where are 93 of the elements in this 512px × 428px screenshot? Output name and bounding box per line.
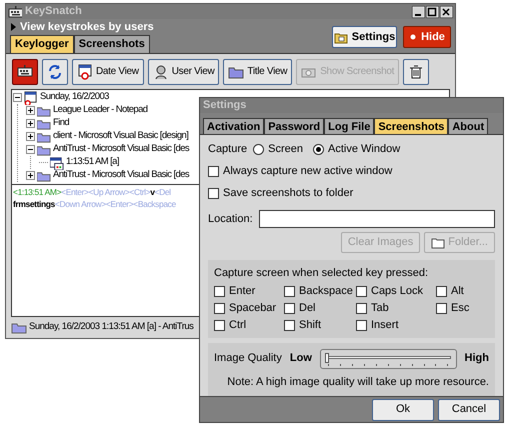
radio-button[interactable] — [313, 144, 324, 154]
tree-item[interactable]: Sunday, 16/2/2003 — [40, 90, 109, 105]
key-sequence: <Down Arrow><Enter><Backspace — [54, 199, 176, 209]
checkbox-label: Caps Lock — [371, 284, 423, 300]
hide-button[interactable]: Hide — [403, 26, 451, 48]
cancel-button[interactable]: Cancel — [438, 398, 500, 420]
field-label: Image Quality — [214, 351, 282, 366]
note-text: Note: A high image quality will take up more resource. — [226, 374, 489, 390]
maximize-button[interactable] — [426, 6, 439, 18]
slider-max-label: High — [464, 351, 489, 366]
checkbox[interactable] — [208, 188, 219, 198]
checkbox-label: Ctrl — [229, 318, 246, 334]
close-button[interactable] — [440, 6, 453, 18]
toolbar-button[interactable]: Date View — [72, 58, 144, 84]
checkbox[interactable] — [284, 303, 295, 314]
tree-item[interactable]: 1:13:51 AM [a] — [66, 155, 119, 170]
refresh-button[interactable] — [42, 58, 68, 84]
collapse-icon[interactable] — [26, 145, 35, 154]
trash-button[interactable] — [403, 58, 430, 84]
checkbox[interactable] — [214, 303, 225, 314]
field-label: Location: — [208, 212, 253, 227]
typed-text: v — [150, 187, 155, 197]
checkbox-label: Always capture new active window — [223, 164, 392, 179]
tab[interactable]: Password — [264, 118, 324, 134]
field-label: Capture — [208, 142, 248, 157]
window-title: KeySnatch — [25, 4, 83, 20]
status-text: Sunday, 16/2/2003 1:13:51 AM [a] - AntiTrus — [29, 320, 194, 334]
tab[interactable]: Log File — [324, 118, 374, 134]
window-icon — [50, 156, 64, 170]
tree-item[interactable]: League Leader - Notepad — [53, 103, 148, 118]
radio-label: Active Window — [328, 142, 400, 157]
tab[interactable]: Screenshots — [374, 118, 448, 134]
checkbox-label: Save screenshots to folder — [223, 186, 354, 201]
checkbox[interactable] — [214, 286, 225, 297]
checkbox[interactable] — [214, 320, 225, 331]
checkbox[interactable] — [356, 320, 367, 331]
quality-slider[interactable] — [320, 348, 457, 368]
expand-icon[interactable] — [26, 132, 35, 141]
trash-icon — [408, 64, 424, 80]
slider-min-label: Low — [290, 351, 312, 366]
tree-item[interactable]: AntiTrust - Microsoft Visual Basic [des — [53, 168, 190, 183]
log-timestamp: <1:13:51 AM> — [13, 187, 62, 197]
expand-icon[interactable] — [26, 119, 35, 128]
calendar-icon — [77, 64, 93, 80]
ok-button[interactable]: Ok — [372, 398, 434, 420]
folder-icon — [431, 236, 446, 249]
location-field[interactable] — [258, 210, 495, 228]
tree-item[interactable]: client - Microsoft Visual Basic [design] — [53, 129, 188, 144]
tab[interactable]: Screenshots — [74, 35, 150, 53]
group-heading: Capture screen when selected key pressed: — [214, 266, 430, 281]
checkbox[interactable] — [284, 286, 295, 297]
checkbox-label: Tab — [371, 301, 389, 316]
folder-icon — [334, 30, 348, 44]
checkbox-label: Esc — [451, 301, 470, 316]
checkbox[interactable] — [356, 303, 367, 314]
checkbox[interactable] — [436, 303, 447, 314]
checkbox-label: Backspace — [299, 284, 353, 300]
checkbox-label: Alt — [451, 284, 464, 300]
expand-arrow-icon — [10, 22, 17, 32]
expand-icon[interactable] — [26, 171, 35, 180]
user-icon — [152, 64, 169, 80]
toolbar-button[interactable]: Title View — [223, 58, 292, 84]
checkbox-label: Del — [299, 301, 316, 316]
tree-item[interactable]: Find — [53, 116, 70, 131]
checkbox-label: Insert — [371, 318, 399, 334]
dot-icon — [409, 33, 418, 41]
refresh-icon — [47, 64, 63, 80]
tree-item[interactable]: AntiTrust - Microsoft Visual Basic [des — [53, 142, 190, 157]
tab[interactable]: Activation — [203, 118, 264, 134]
tab[interactable]: Keylogger — [10, 35, 74, 53]
checkbox[interactable] — [436, 286, 447, 297]
tab[interactable]: About — [448, 118, 488, 134]
keyboard-icon — [17, 64, 33, 80]
section-title: View keystrokes by users — [20, 20, 154, 35]
radio-button[interactable] — [253, 144, 264, 154]
slider-thumb[interactable] — [324, 352, 329, 362]
key-sequence: <Enter><Up Arrow><Ctrl> — [61, 187, 150, 197]
checkbox-label: Enter — [229, 284, 256, 300]
checkbox[interactable] — [208, 166, 219, 176]
radio-label: Screen — [268, 142, 303, 157]
collapse-icon[interactable] — [13, 93, 22, 102]
checkbox[interactable] — [356, 286, 367, 297]
keyboard-button[interactable] — [12, 58, 38, 84]
key-sequence: <Del — [154, 187, 171, 197]
settings-button[interactable]: Settings — [332, 26, 397, 48]
checkbox-label: Spacebar — [229, 301, 276, 316]
keyboard-icon — [8, 4, 22, 18]
dialog-title: Settings — [200, 98, 503, 113]
checkbox-label: Shift — [299, 318, 322, 334]
typed-text: frmsettings — [13, 199, 55, 209]
minimize-button[interactable] — [412, 6, 425, 18]
checkbox[interactable] — [284, 320, 295, 331]
toolbar-button[interactable]: User View — [148, 58, 220, 84]
